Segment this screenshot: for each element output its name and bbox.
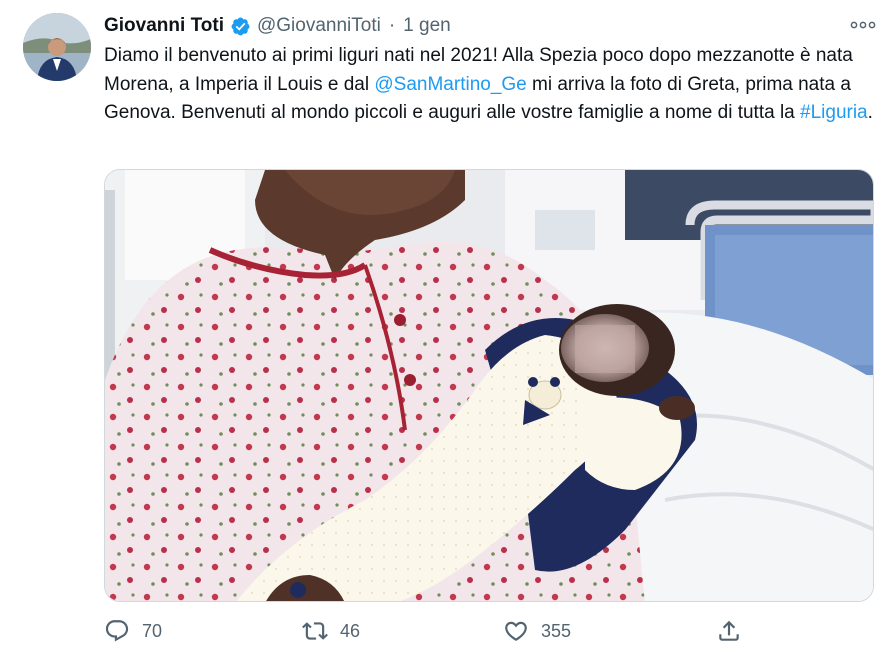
verified-badge-icon bbox=[230, 16, 251, 37]
retweet-count: 46 bbox=[340, 620, 361, 641]
avatar[interactable] bbox=[23, 13, 91, 81]
reply-icon bbox=[104, 618, 130, 644]
reply-count: 70 bbox=[142, 620, 163, 641]
share-button[interactable] bbox=[716, 616, 742, 646]
photo-image bbox=[105, 170, 873, 601]
tweet-header: Giovanni Toti @GiovanniToti · 1 gen bbox=[104, 13, 451, 39]
author-name[interactable]: Giovanni Toti bbox=[104, 15, 224, 37]
hashtag-link[interactable]: #Liguria bbox=[800, 102, 868, 123]
like-button[interactable]: 355 bbox=[503, 616, 571, 646]
mention-link[interactable]: @SanMartino_Ge bbox=[374, 74, 526, 95]
share-icon bbox=[716, 618, 742, 644]
more-icon[interactable] bbox=[846, 14, 880, 36]
tweet: Giovanni Toti @GiovanniToti · 1 gen Diam… bbox=[0, 0, 892, 654]
author-handle[interactable]: @GiovanniToti bbox=[257, 15, 381, 37]
like-count: 355 bbox=[541, 620, 572, 641]
like-icon bbox=[503, 618, 529, 644]
retweet-button[interactable]: 46 bbox=[302, 616, 360, 646]
separator-dot: · bbox=[388, 15, 396, 36]
tweet-time[interactable]: 1 gen bbox=[403, 15, 451, 37]
avatar-image bbox=[23, 13, 91, 81]
reply-button[interactable]: 70 bbox=[104, 616, 162, 646]
tweet-photo[interactable] bbox=[104, 169, 874, 602]
tweet-text: Diamo il benvenuto ai primi liguri nati … bbox=[104, 42, 874, 128]
tweet-actions: 70 46 355 bbox=[104, 616, 744, 646]
tweet-text-part: . bbox=[867, 102, 873, 124]
retweet-icon bbox=[302, 618, 328, 644]
